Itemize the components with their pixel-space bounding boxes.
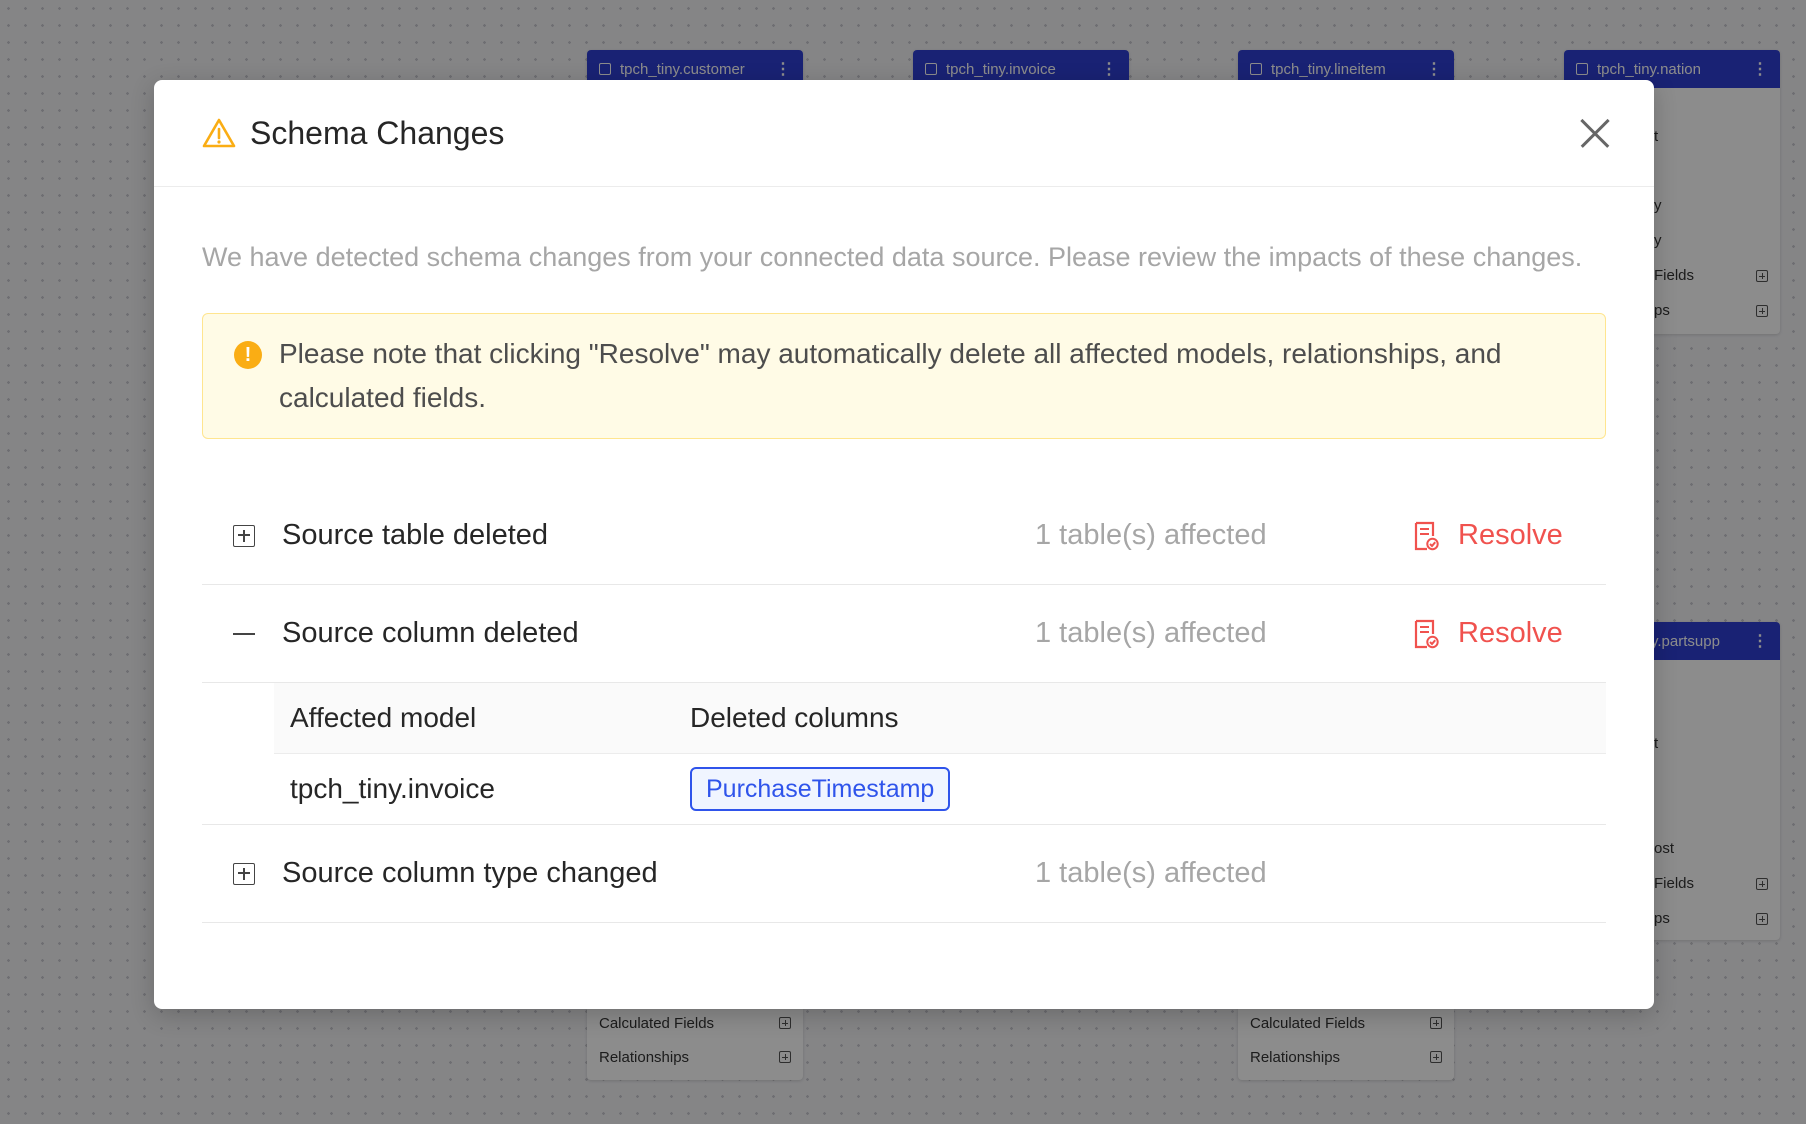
panel-source-column-type-changed[interactable]: Source column type changed 1 table(s) af…: [202, 825, 1606, 923]
affected-models-panel: Affected model Deleted columns tpch_tiny…: [202, 683, 1606, 825]
affected-model-cell: tpch_tiny.invoice: [290, 773, 495, 804]
affected-count: 1 table(s) affected: [1035, 857, 1267, 889]
resolve-button[interactable]: Resolve: [1413, 519, 1563, 552]
panel-title: Source column deleted: [282, 617, 579, 649]
column-tag: PurchaseTimestamp: [690, 767, 951, 811]
resolve-icon: [1414, 619, 1439, 648]
exclamation-icon: !: [234, 341, 262, 369]
panel-title: Source table deleted: [282, 519, 549, 551]
resolve-label: Resolve: [1458, 519, 1563, 551]
affected-models-table: Affected model Deleted columns tpch_tiny…: [274, 683, 1606, 824]
table-header-row: Affected model Deleted columns: [274, 683, 1606, 754]
column-header-deleted-columns: Deleted columns: [674, 683, 1606, 754]
panel-source-table-deleted[interactable]: Source table deleted 1 table(s) affected…: [202, 487, 1606, 585]
panel-source-column-deleted[interactable]: Source column deleted 1 table(s) affecte…: [202, 585, 1606, 683]
expand-icon[interactable]: [233, 862, 255, 885]
table-row: tpch_tiny.invoice PurchaseTimestamp: [274, 754, 1606, 825]
warning-alert: ! Please note that clicking "Resolve" ma…: [202, 313, 1606, 439]
expand-icon[interactable]: [233, 524, 255, 547]
column-header-affected-model: Affected model: [274, 683, 674, 754]
affected-count: 1 table(s) affected: [1035, 617, 1267, 649]
collapse-icon[interactable]: [233, 623, 255, 645]
panel-title: Source column type changed: [282, 857, 658, 889]
modal-body: We have detected schema changes from you…: [154, 187, 1654, 923]
modal-header: Schema Changes: [154, 80, 1654, 187]
modal-description: We have detected schema changes from you…: [202, 242, 1583, 272]
resolve-icon: [1414, 521, 1439, 550]
resolve-button[interactable]: Resolve: [1413, 617, 1563, 650]
warning-icon: [202, 118, 236, 148]
resolve-label: Resolve: [1458, 617, 1563, 649]
modal-title: Schema Changes: [250, 114, 505, 151]
schema-change-list: Source table deleted 1 table(s) affected…: [202, 487, 1606, 923]
deleted-columns-cell: PurchaseTimestamp: [674, 754, 1606, 825]
alert-message: Please note that clicking "Resolve" may …: [279, 338, 1502, 413]
schema-changes-modal: Schema Changes We have detected schema c…: [154, 80, 1654, 1009]
close-icon[interactable]: [1580, 118, 1610, 148]
affected-count: 1 table(s) affected: [1035, 519, 1267, 551]
